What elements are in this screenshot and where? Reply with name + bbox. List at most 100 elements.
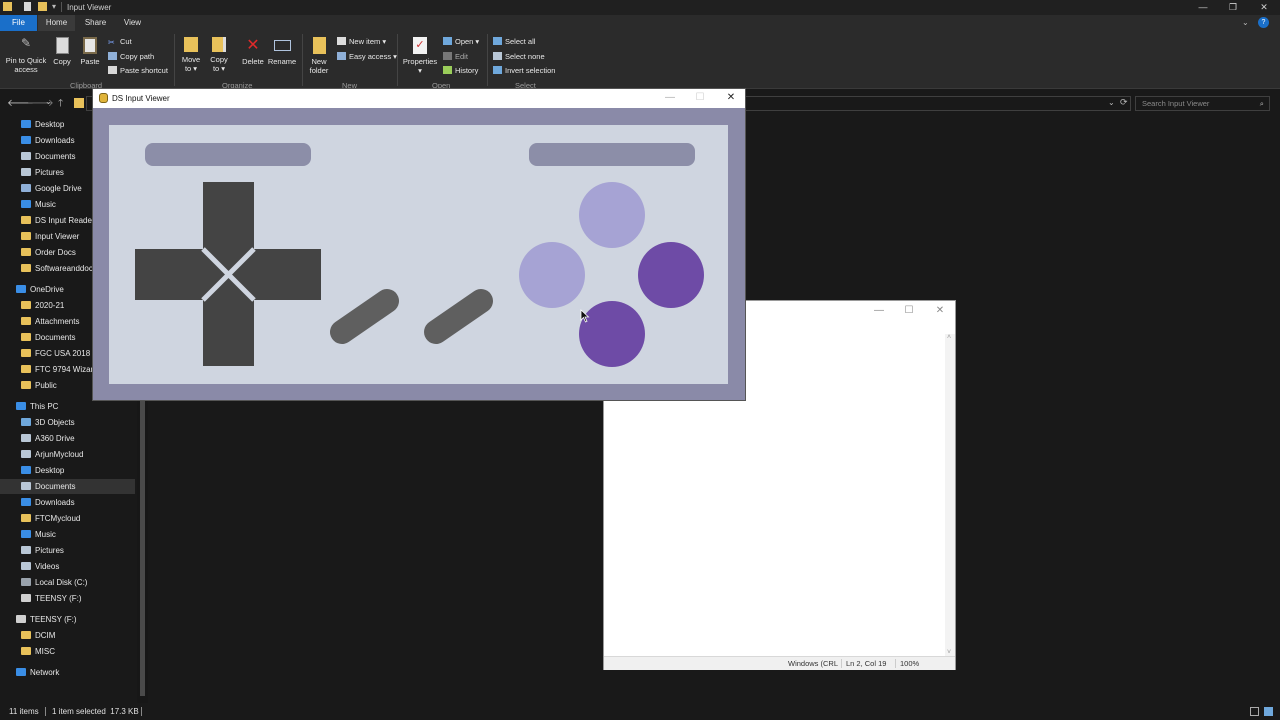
sidebar-item[interactable]: Downloads xyxy=(0,495,135,510)
sidebar-item[interactable]: ArjunMycloud xyxy=(0,447,135,462)
rename-label: Rename xyxy=(267,57,297,66)
ribbon-collapse-icon[interactable]: ⌄ xyxy=(1242,18,1249,27)
sidebar-item-label: Downloads xyxy=(35,136,75,145)
ds-input-viewer-window[interactable]: DS Input Viewer — ☐ ✕ xyxy=(92,88,746,401)
select-all-label: Select all xyxy=(505,37,536,46)
sidebar-item-label: FTCMycloud xyxy=(35,514,81,523)
select-all-button[interactable]: Select all xyxy=(493,37,535,46)
copy-path-label: Copy path xyxy=(120,52,155,61)
sidebar-item[interactable]: TEENSY (F:) xyxy=(0,612,135,627)
history-button[interactable]: History xyxy=(443,66,478,75)
paste-shortcut-button[interactable]: Paste shortcut xyxy=(108,66,168,75)
tab-home[interactable]: Home xyxy=(38,15,75,31)
sidebar-item[interactable]: TEENSY (F:) xyxy=(0,591,135,606)
sidebar-item-label: 3D Objects xyxy=(35,418,75,427)
paste-label: Paste xyxy=(80,57,100,66)
mouse-cursor-icon xyxy=(580,309,590,323)
select-none-button[interactable]: Select none xyxy=(493,52,545,61)
folder-icon xyxy=(21,232,31,240)
copy-button[interactable]: Copy xyxy=(51,37,73,66)
quick-access-dropdown-icon[interactable]: ▾ xyxy=(52,2,56,11)
copy-icon xyxy=(55,37,69,54)
new-folder-icon[interactable] xyxy=(38,2,47,11)
pictures-icon xyxy=(21,168,31,176)
pin-to-quick-access-button[interactable]: ✎ Pin to Quick access xyxy=(4,37,48,74)
pictures-icon xyxy=(21,546,31,554)
sidebar-item[interactable]: Local Disk (C:) xyxy=(0,575,135,590)
sidebar-item-label: Google Drive xyxy=(35,184,82,193)
properties-icon[interactable] xyxy=(24,2,31,11)
ds-maximize-button[interactable]: ☐ xyxy=(685,89,715,108)
details-view-icon[interactable] xyxy=(1250,707,1259,716)
sidebar-item-label: Documents xyxy=(35,152,76,161)
paste-shortcut-label: Paste shortcut xyxy=(120,66,168,75)
tab-view[interactable]: View xyxy=(116,15,149,31)
controller-display xyxy=(109,125,728,384)
rename-button[interactable]: Rename xyxy=(267,37,297,66)
sidebar-item[interactable]: Videos xyxy=(0,559,135,574)
notepad-maximize-button[interactable]: ☐ xyxy=(894,301,924,321)
sidebar-item[interactable]: Music xyxy=(0,527,135,542)
sidebar-item[interactable]: This PC xyxy=(0,399,135,414)
delete-button[interactable]: ✕ Delete xyxy=(239,37,267,66)
ds-title-bar: DS Input Viewer — ☐ ✕ xyxy=(93,89,745,108)
easy-access-icon xyxy=(337,52,346,60)
cloud-drive-icon xyxy=(21,450,31,458)
edit-button[interactable]: Edit xyxy=(443,52,468,61)
tab-file[interactable]: File xyxy=(0,15,37,31)
properties-dropdown-icon: ▾ xyxy=(418,66,422,75)
sidebar-item[interactable]: A360 Drive xyxy=(0,431,135,446)
item-count: 11 items xyxy=(9,707,39,716)
tab-share[interactable]: Share xyxy=(78,15,113,31)
properties-button[interactable]: ✓ Properties ▾ xyxy=(402,37,438,75)
recent-dropdown-icon[interactable]: ⌄ xyxy=(45,97,52,106)
notepad-close-button[interactable]: ✕ xyxy=(925,301,955,321)
minimize-button[interactable]: — xyxy=(1188,0,1218,15)
up-icon[interactable]: 🡑 xyxy=(58,96,63,113)
copy-to-button[interactable]: Copy to ▾ xyxy=(207,37,231,73)
dpad xyxy=(135,182,321,366)
sidebar-item[interactable]: 3D Objects xyxy=(0,415,135,430)
paste-button[interactable]: Paste xyxy=(79,37,101,66)
ds-close-button[interactable]: ✕ xyxy=(716,89,746,108)
ds-minimize-button[interactable]: — xyxy=(655,89,685,108)
pin-label-2: access xyxy=(14,65,38,74)
open-button[interactable]: Open ▾ xyxy=(443,37,479,46)
notepad-vertical-scrollbar[interactable]: ˄ ˅ xyxy=(945,334,955,656)
address-dropdown-icon[interactable]: ⌄ xyxy=(1108,98,1115,107)
new-folder-button[interactable]: New folder xyxy=(306,37,332,75)
network-icon xyxy=(16,668,26,676)
sidebar-item[interactable]: Pictures xyxy=(0,543,135,558)
notepad-minimize-button[interactable]: — xyxy=(864,301,894,321)
sidebar-item[interactable]: Documents xyxy=(0,479,135,494)
invert-selection-button[interactable]: Invert selection xyxy=(493,66,555,75)
sidebar-item[interactable]: Desktop xyxy=(0,463,135,478)
new-item-button[interactable]: New item ▾ xyxy=(337,37,386,46)
cut-button[interactable]: ✂ Cut xyxy=(108,37,132,47)
sidebar-item[interactable]: DCIM xyxy=(0,628,135,643)
search-input[interactable]: Search Input Viewer ⌕ xyxy=(1135,96,1270,111)
sidebar-item-label: A360 Drive xyxy=(35,434,75,443)
clipboard-icon xyxy=(83,37,97,54)
refresh-icon[interactable]: ⟳ xyxy=(1120,97,1128,108)
move-to-button[interactable]: Move to ▾ xyxy=(179,37,203,73)
sidebar-item-label: DCIM xyxy=(35,631,56,640)
new-folder-label-1: New xyxy=(311,57,327,66)
sidebar-item-label: Music xyxy=(35,530,56,539)
close-button[interactable]: ✕ xyxy=(1249,0,1279,15)
scroll-up-icon[interactable]: ˄ xyxy=(947,334,951,341)
delete-x-icon: ✕ xyxy=(246,37,260,54)
sidebar-item[interactable]: FTCMycloud xyxy=(0,511,135,526)
sidebar-item[interactable]: Network xyxy=(0,665,135,680)
help-icon[interactable]: ? xyxy=(1258,17,1269,28)
large-icons-view-icon[interactable] xyxy=(1264,707,1273,716)
folder-icon xyxy=(21,216,31,224)
maximize-button[interactable]: ❐ xyxy=(1218,0,1248,15)
easy-access-button[interactable]: Easy access ▾ xyxy=(337,52,397,61)
a-button xyxy=(638,242,704,308)
scroll-down-icon[interactable]: ˅ xyxy=(947,649,951,656)
copy-path-button[interactable]: Copy path xyxy=(108,52,154,61)
dpad-right xyxy=(228,249,321,300)
sidebar-item-label: Order Docs xyxy=(35,248,76,257)
sidebar-item[interactable]: MISC xyxy=(0,644,135,659)
